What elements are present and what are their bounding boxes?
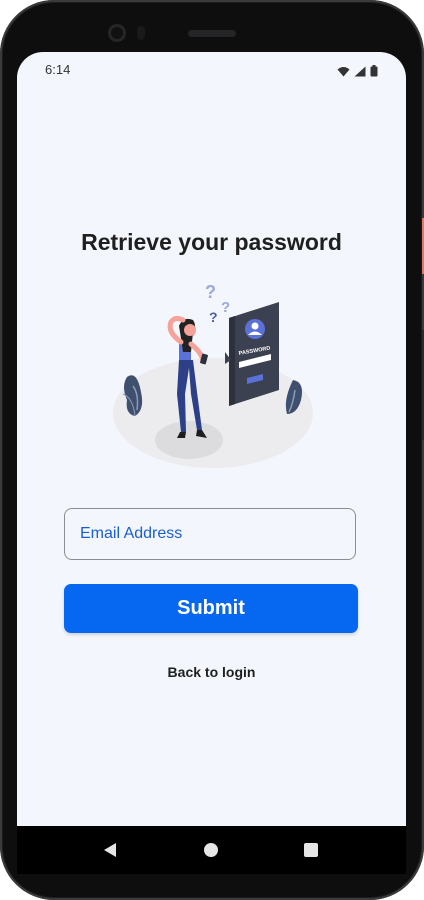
svg-text:?: ?: [205, 282, 216, 302]
signal-icon: [354, 62, 366, 81]
recents-icon[interactable]: [299, 838, 323, 862]
svg-text:?: ?: [221, 299, 230, 316]
earpiece-speaker: [188, 30, 236, 37]
submit-button[interactable]: Submit: [64, 584, 358, 633]
status-bar: 6:14: [17, 52, 406, 86]
forgot-password-illustration: ? ? ? PASSWORD: [111, 282, 315, 474]
page-title: Retrieve your password: [81, 229, 342, 255]
email-field[interactable]: [64, 508, 356, 560]
battery-icon: [370, 62, 378, 81]
status-time: 6:14: [45, 62, 71, 77]
home-icon[interactable]: [199, 838, 223, 862]
svg-text:?: ?: [209, 309, 218, 325]
status-icons: [337, 62, 378, 81]
proximity-sensor: [137, 26, 145, 40]
wifi-icon: [337, 62, 350, 81]
back-to-login-link[interactable]: Back to login: [17, 664, 406, 680]
phone-frame: 6:14 Retrieve your password ? ? ? PASSWO…: [0, 0, 424, 900]
front-camera: [108, 24, 126, 42]
back-icon[interactable]: [98, 838, 122, 862]
app-screen: 6:14 Retrieve your password ? ? ? PASSWO…: [17, 52, 406, 826]
navigation-bar: [17, 826, 406, 874]
email-input[interactable]: [65, 509, 355, 559]
